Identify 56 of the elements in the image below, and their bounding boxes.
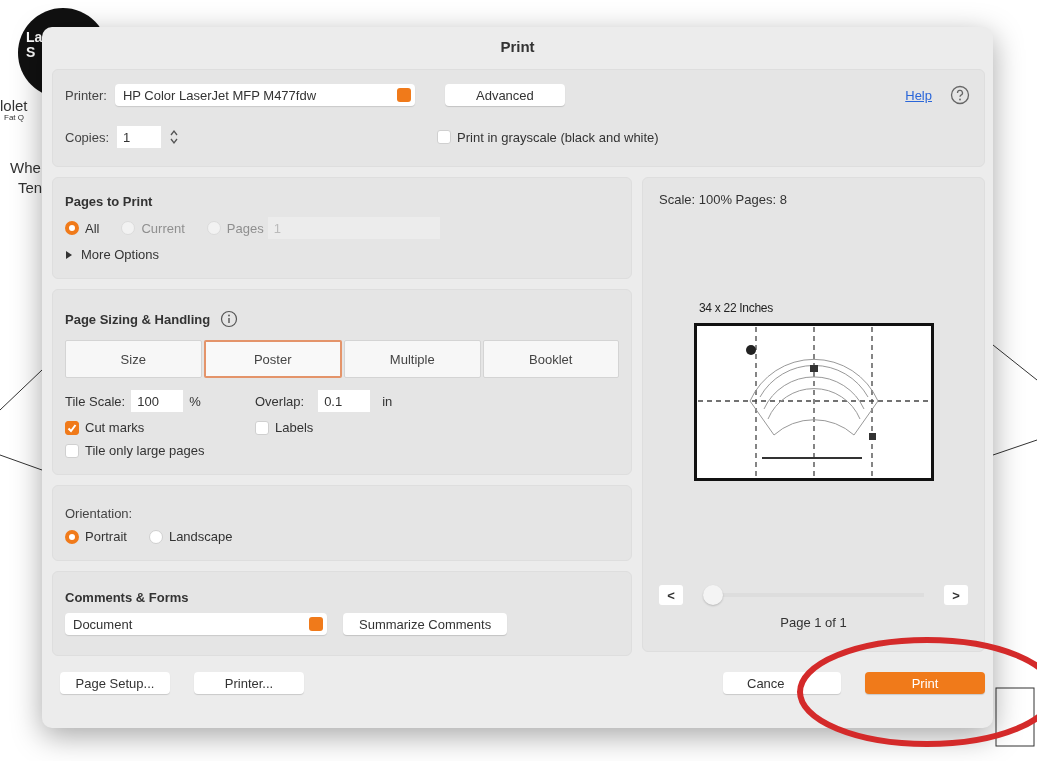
mode-tab[interactable]: Poster — [203, 340, 342, 378]
copies-field[interactable]: 1 — [117, 126, 162, 148]
background-text: Whe — [10, 160, 41, 175]
overlap-label: Overlap: — [255, 393, 305, 409]
section-title: Orientation: — [65, 506, 134, 521]
checkbox[interactable] — [65, 420, 79, 435]
window-title: Print — [499, 36, 536, 57]
help-icon[interactable] — [950, 85, 970, 105]
radio-button[interactable] — [148, 529, 163, 544]
checkbox-label: Tile only large pages — [85, 443, 205, 458]
cancel-button[interactable]: Cance — [723, 672, 841, 694]
disclosure-icon[interactable] — [65, 250, 73, 259]
background-text: Fat Q — [4, 114, 24, 122]
more-options-toggle[interactable]: More Options — [81, 247, 160, 262]
checkbox-label: Labels — [275, 420, 314, 435]
comments-dropdown[interactable]: Document — [65, 613, 327, 635]
background-text: Ten — [18, 180, 43, 195]
summarize-comments-button[interactable]: Summarize Comments — [343, 613, 508, 635]
radio-label: All — [85, 220, 100, 236]
radio-label: Portrait — [85, 529, 127, 544]
checkbox-label: Cut marks — [85, 420, 145, 435]
stepper-icon[interactable] — [169, 129, 180, 145]
radio-label: Current — [141, 220, 185, 236]
printer-dropdown[interactable]: HP Color LaserJet MFP M477fdw — [114, 84, 415, 106]
mode-tab[interactable]: Size — [65, 340, 202, 378]
mode-tab[interactable]: Booklet — [482, 340, 619, 378]
section-title: Comments & Forms — [65, 590, 190, 605]
paper-size-label: 34 x 22 Inches — [699, 301, 773, 315]
background-text: lolet — [0, 98, 28, 113]
radio-button[interactable] — [65, 529, 79, 544]
section-title: Pages to Print — [65, 194, 154, 209]
tile-scale-label: Tile Scale: — [65, 393, 126, 409]
unit-label: in — [382, 393, 393, 409]
radio-label: Landscape — [168, 529, 233, 544]
slider-thumb[interactable] — [703, 585, 723, 605]
checkbox[interactable] — [437, 130, 452, 144]
next-page-button[interactable]: > — [944, 585, 968, 605]
checkbox[interactable] — [65, 443, 79, 458]
overlap-field[interactable]: 0.1 — [318, 390, 371, 412]
section-title: Page Sizing & Handling — [65, 311, 211, 327]
tile-scale-field[interactable]: 100 — [131, 390, 184, 412]
mode-tab[interactable]: Multiple — [344, 340, 481, 378]
unit-label: % — [189, 393, 201, 409]
previous-page-button[interactable]: < — [659, 585, 683, 605]
advanced-button[interactable]: Advanced — [444, 84, 565, 106]
page-number-label: Page 1 of 1 — [780, 615, 847, 630]
radio-button[interactable] — [65, 221, 79, 235]
info-icon[interactable] — [220, 310, 239, 328]
footer-button[interactable]: Page Setup... — [60, 672, 170, 694]
copies-label: Copies: — [65, 129, 110, 145]
checkbox[interactable] — [255, 420, 269, 435]
help-link[interactable]: Help — [905, 87, 932, 103]
radio-label: Pages — [226, 220, 264, 236]
checkbox-label: Print in grayscale (black and white) — [457, 129, 659, 145]
scale-summary: Scale: 100% Pages: 8 — [659, 192, 787, 207]
footer-button[interactable]: Printer... — [194, 672, 304, 694]
